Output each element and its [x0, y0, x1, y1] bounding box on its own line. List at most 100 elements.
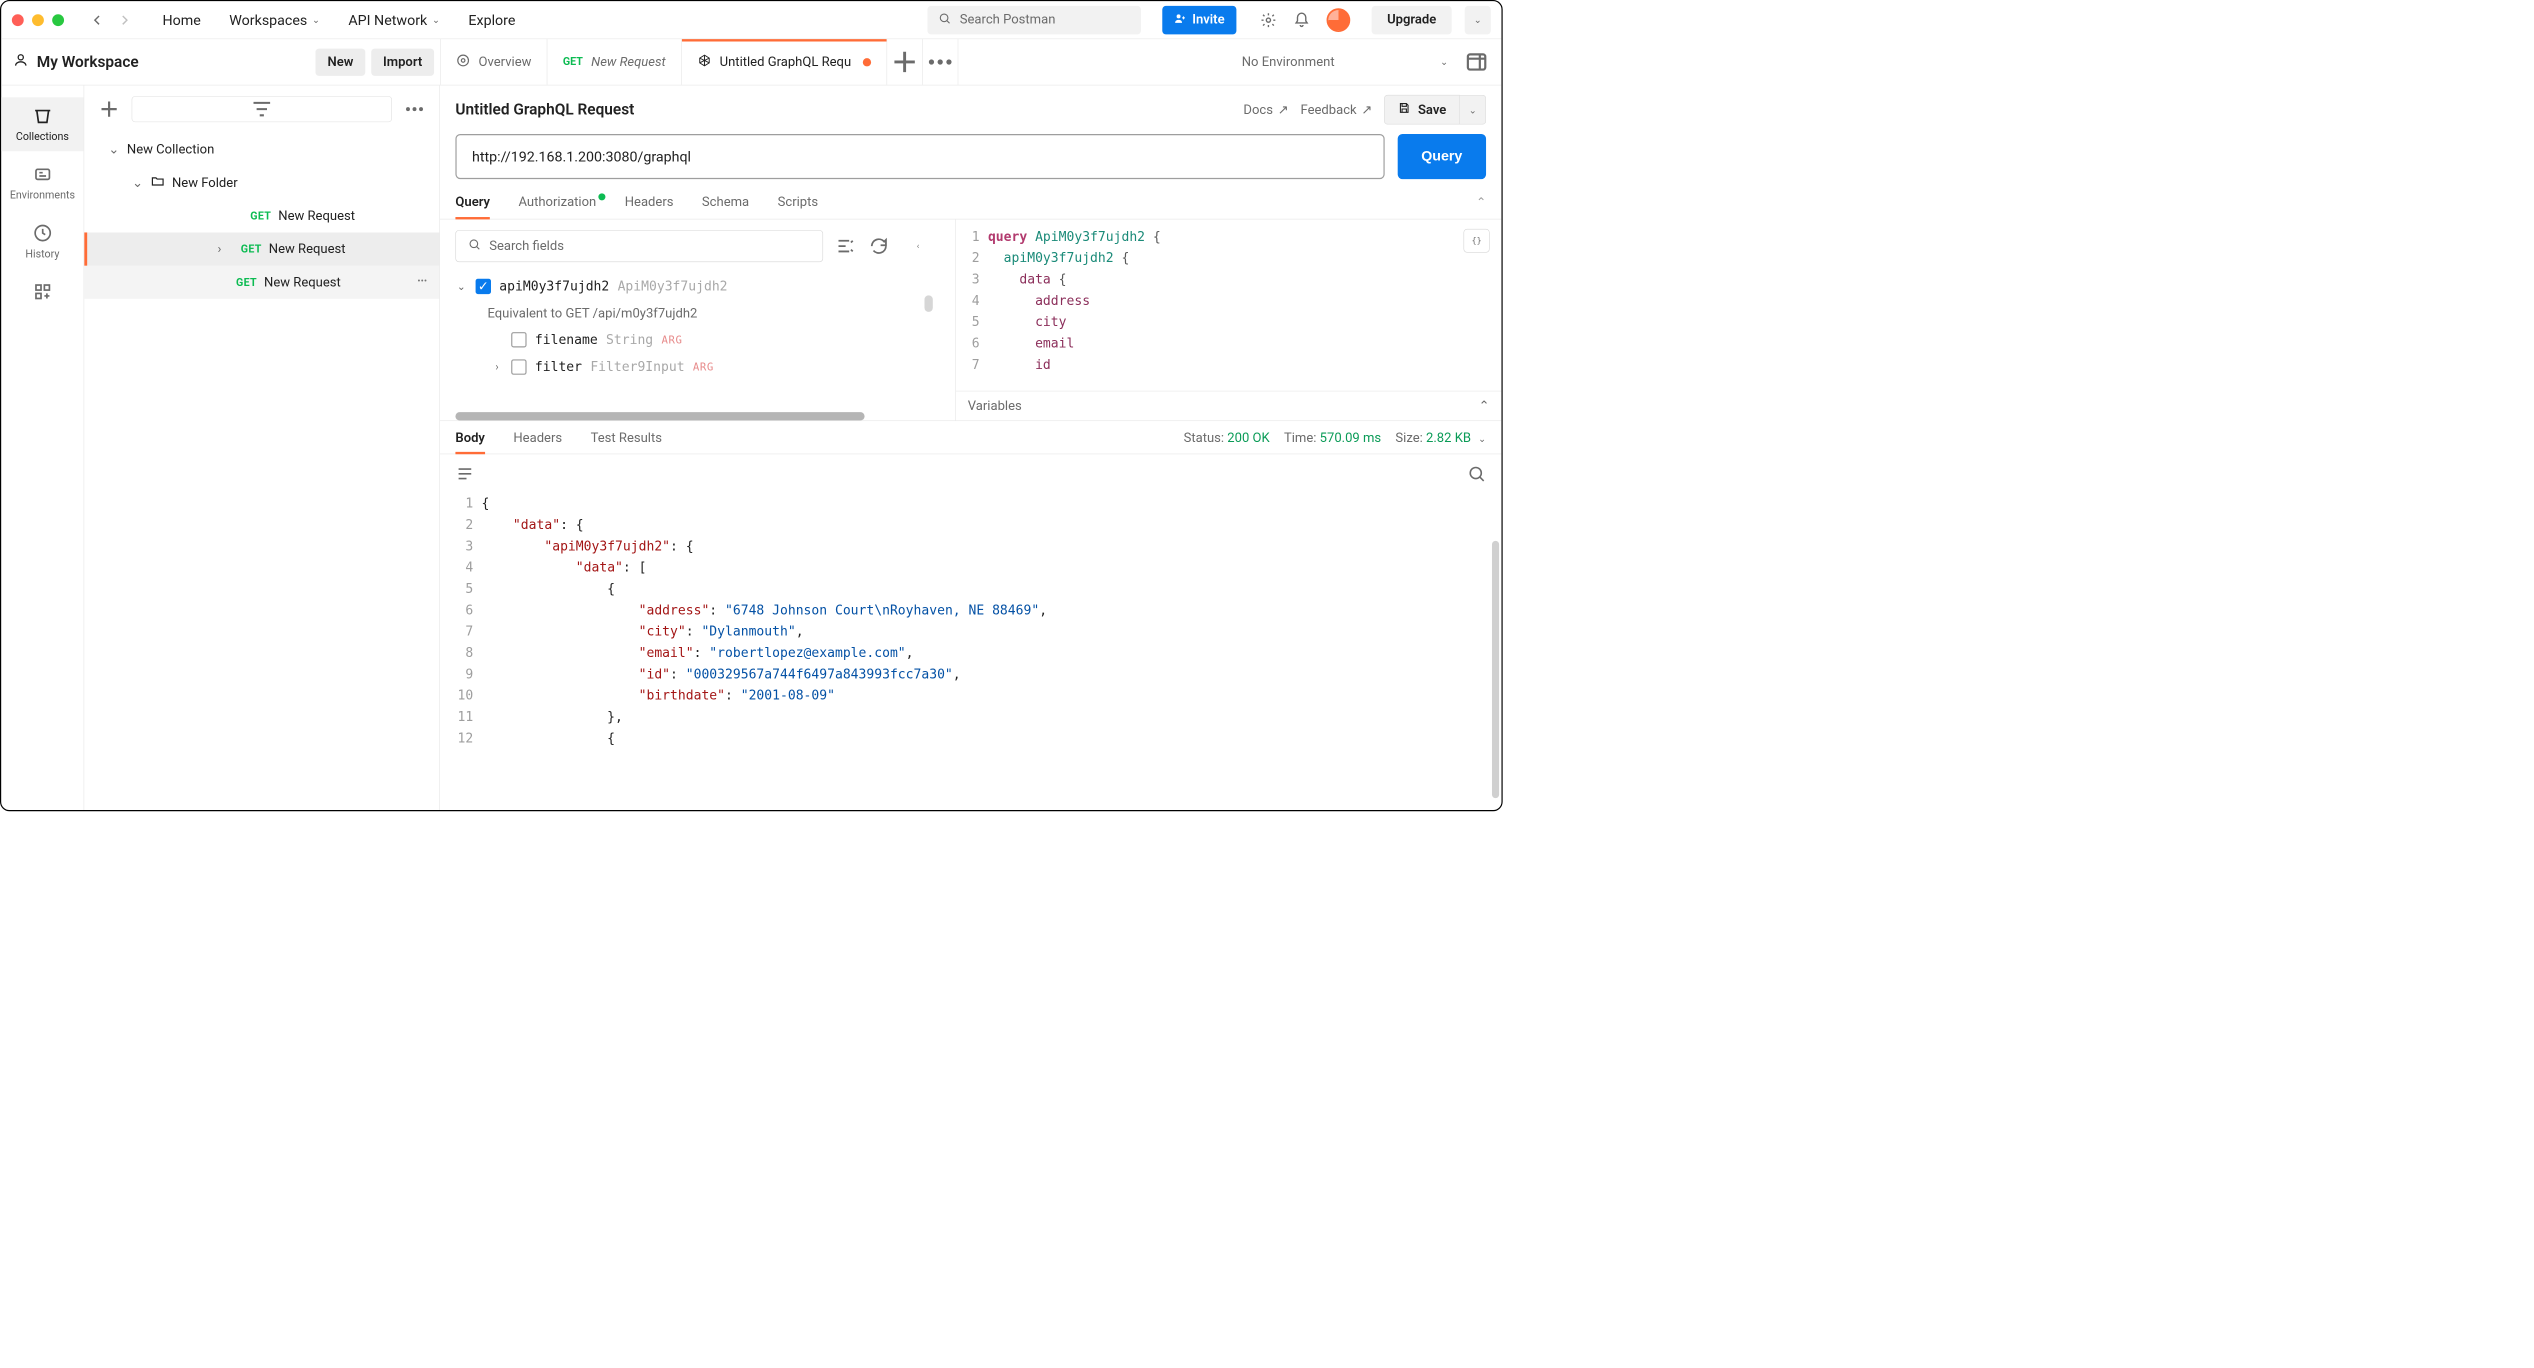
tree-options-icon[interactable]: [401, 96, 427, 122]
menu-home[interactable]: Home: [153, 12, 210, 29]
nav-back[interactable]: [90, 13, 104, 27]
external-icon: ↗: [1361, 102, 1372, 117]
send-query-button[interactable]: Query: [1397, 134, 1486, 179]
wrap-lines-icon[interactable]: [455, 464, 474, 483]
auth-indicator: [599, 193, 606, 200]
new-button[interactable]: New: [316, 48, 366, 75]
subtab-query[interactable]: Query: [455, 195, 490, 219]
schema-arg-filename[interactable]: filename String ARG: [455, 326, 955, 353]
menu-api-network[interactable]: API Network⌄: [339, 12, 450, 29]
feedback-link[interactable]: Feedback↗: [1300, 102, 1372, 117]
response-code[interactable]: { "data": { "apiM0y3f7ujdh2": { "data": …: [482, 493, 1502, 810]
environment-quicklook-icon[interactable]: [1464, 39, 1490, 85]
close-window[interactable]: [12, 14, 24, 26]
minimize-window[interactable]: [32, 14, 44, 26]
item-options-icon[interactable]: [416, 274, 429, 291]
tab-options[interactable]: [923, 39, 959, 85]
resp-tab-headers[interactable]: Headers: [513, 431, 562, 454]
tab-new-request[interactable]: GET New Request: [547, 39, 681, 85]
rail-collections[interactable]: Collections: [1, 97, 83, 151]
nav-forward[interactable]: [117, 13, 131, 27]
prettify-icon[interactable]: {}: [1464, 229, 1490, 253]
save-dropdown[interactable]: ⌄: [1460, 95, 1486, 125]
tree-request-selected[interactable]: › GET New Request: [84, 232, 439, 265]
schema-arg-filter[interactable]: › filter Filter9Input ARG: [455, 353, 955, 380]
search-placeholder: Search Postman: [960, 12, 1056, 27]
chevron-right-icon: ›: [213, 242, 225, 257]
chevron-down-icon: ⌄: [455, 280, 467, 292]
response-body[interactable]: 123456789101112 { "data": { "apiM0y3f7uj…: [440, 493, 1501, 810]
chevron-down-icon[interactable]: ⌄: [1476, 433, 1486, 444]
external-icon: ↗: [1278, 102, 1289, 117]
filter-schema-icon[interactable]: [835, 235, 856, 256]
tree-request[interactable]: GET New Request: [84, 199, 439, 232]
rail-environments[interactable]: Environments: [1, 156, 83, 210]
invite-button[interactable]: Invite: [1163, 6, 1237, 34]
subtab-schema[interactable]: Schema: [702, 195, 749, 219]
history-icon: [32, 223, 52, 243]
query-editor[interactable]: 1234567 query ApiM0y3f7ujdh2 { apiM0y3f7…: [956, 219, 1502, 420]
search-fields-input[interactable]: Search fields: [455, 230, 823, 262]
top-toolbar: Home Workspaces⌄ API Network⌄ Explore Se…: [1, 1, 1501, 39]
folder-icon: [151, 174, 165, 192]
zoom-window[interactable]: [52, 14, 64, 26]
rail-history[interactable]: History: [1, 215, 83, 269]
resp-tab-test-results[interactable]: Test Results: [591, 431, 662, 454]
schema-explorer: Search fields ‹ ⌄ ✓: [440, 219, 956, 420]
url-input[interactable]: http://192.168.1.200:3080/graphql: [455, 134, 1384, 179]
import-button[interactable]: Import: [371, 48, 434, 75]
global-search[interactable]: Search Postman: [928, 6, 1141, 34]
create-new-icon[interactable]: [96, 96, 122, 122]
response-tabs: Body Headers Test Results Status: 200 OK…: [440, 421, 1501, 454]
line-gutter: 123456789101112: [440, 493, 482, 810]
chevron-down-icon: ⌄: [1440, 56, 1448, 67]
checkbox[interactable]: [511, 332, 526, 347]
chevron-down-icon: ⌄: [108, 142, 120, 157]
filter-collections[interactable]: [132, 96, 392, 122]
tree-request[interactable]: GET New Request: [84, 266, 439, 299]
vertical-scrollbar[interactable]: [1492, 541, 1499, 798]
subtab-headers[interactable]: Headers: [625, 195, 674, 219]
graphql-icon: [697, 53, 711, 71]
horizontal-scrollbar[interactable]: [455, 412, 864, 420]
schema-description: Equivalent to GET /api/m0y3f7ujdh2: [455, 300, 955, 326]
collections-icon: [32, 106, 52, 126]
refresh-schema-icon[interactable]: [868, 235, 889, 256]
docs-link[interactable]: Docs↗: [1243, 102, 1288, 117]
schema-field-root[interactable]: ⌄ ✓ apiM0y3f7ujdh2 ApiM0y3f7ujdh2: [455, 273, 955, 300]
user-avatar[interactable]: [1327, 8, 1351, 32]
upgrade-dropdown[interactable]: ⌄: [1465, 6, 1491, 34]
settings-icon[interactable]: [1260, 12, 1277, 29]
notifications-icon[interactable]: [1293, 12, 1310, 29]
rail-configure[interactable]: [1, 273, 83, 310]
person-icon: [13, 52, 28, 72]
save-button[interactable]: Save: [1384, 95, 1460, 125]
collapse-icon[interactable]: ⌃: [1476, 195, 1486, 219]
search-response-icon[interactable]: [1467, 464, 1486, 483]
tab-overview[interactable]: Overview: [441, 39, 548, 85]
collection-tree: ⌄ New Collection ⌄ New Folder GET New Re…: [84, 85, 440, 810]
environment-selector[interactable]: No Environment ⌄: [1226, 39, 1463, 85]
tree-folder[interactable]: ⌄ New Folder: [84, 166, 439, 199]
subtab-scripts[interactable]: Scripts: [778, 195, 819, 219]
save-icon: [1398, 101, 1411, 118]
checkbox[interactable]: [511, 359, 526, 374]
menu-explore[interactable]: Explore: [459, 12, 525, 29]
checkbox-checked[interactable]: ✓: [476, 279, 491, 294]
collapse-icon[interactable]: ⌃: [1479, 398, 1490, 413]
subtab-authorization[interactable]: Authorization: [518, 195, 596, 219]
resp-tab-body[interactable]: Body: [455, 431, 484, 454]
tab-graphql-request[interactable]: Untitled GraphQL Requ: [682, 39, 888, 85]
tree-collection[interactable]: ⌄ New Collection: [84, 133, 439, 166]
new-tab-button[interactable]: [887, 39, 923, 85]
code-area[interactable]: query ApiM0y3f7ujdh2 { apiM0y3f7ujdh2 { …: [988, 227, 1502, 391]
variables-bar[interactable]: Variables ⌃: [956, 391, 1502, 421]
workspace-name[interactable]: My Workspace: [13, 52, 139, 72]
window-controls: [12, 14, 64, 26]
upgrade-button[interactable]: Upgrade: [1372, 6, 1452, 34]
response-meta: Status: 200 OK Time: 570.09 ms Size: 2.8…: [1184, 431, 1486, 454]
menu-workspaces[interactable]: Workspaces⌄: [220, 12, 330, 29]
collapse-schema-icon[interactable]: ‹: [907, 235, 928, 256]
line-gutter: 1234567: [956, 227, 988, 391]
request-title[interactable]: Untitled GraphQL Request: [455, 101, 634, 119]
